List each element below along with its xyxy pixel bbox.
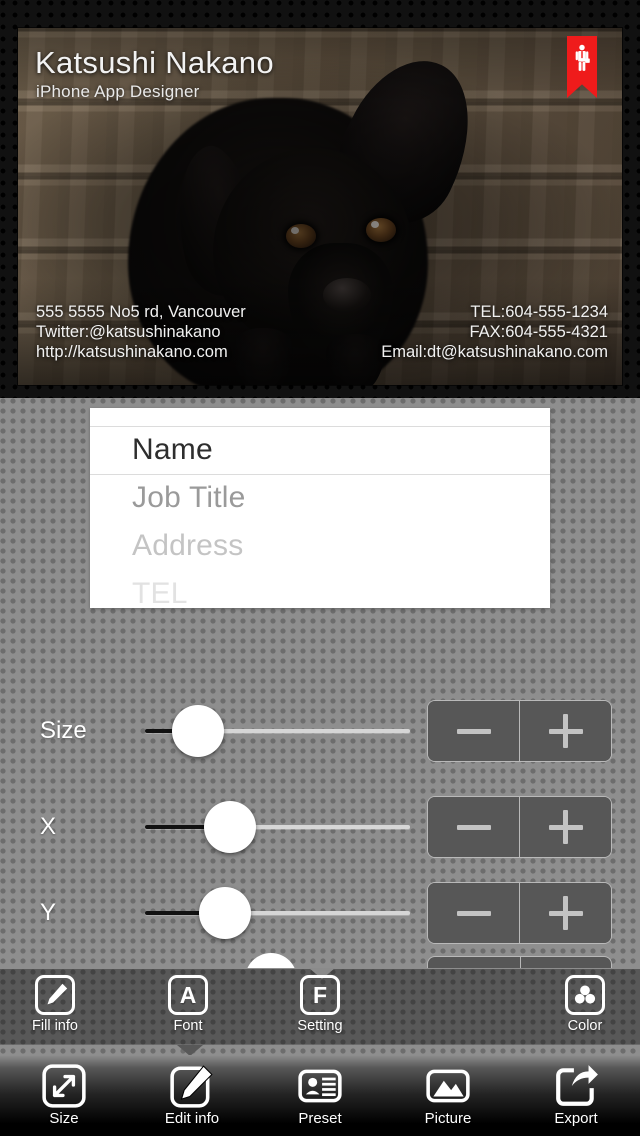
toolbar-button-font[interactable]: A Font bbox=[133, 975, 243, 1034]
pencil-square-icon bbox=[170, 1065, 213, 1108]
tab-label-size: Size bbox=[49, 1110, 79, 1127]
tab-label-picture: Picture bbox=[424, 1110, 472, 1127]
card-contact-left: 555 5555 No5 rd, Vancouver Twitter:@kats… bbox=[36, 302, 246, 362]
toolbar-button-fill-info[interactable]: Fill info bbox=[0, 975, 110, 1034]
stepper-y bbox=[427, 882, 612, 944]
tab-label-edit-info: Edit info bbox=[164, 1110, 220, 1127]
slider-row-y: Y bbox=[0, 868, 640, 958]
image-mountain-icon bbox=[426, 1069, 470, 1103]
toolbar-label-font: Font bbox=[173, 1018, 203, 1034]
slider-label-x: X bbox=[40, 813, 57, 840]
toolbar-label-setting: Setting bbox=[297, 1018, 343, 1034]
slider-label-size: Size bbox=[40, 717, 87, 744]
picker-item-job-title[interactable]: Job Title bbox=[90, 474, 550, 522]
letter-a-square-icon: A bbox=[168, 975, 208, 1015]
toolbar-label-fill-info: Fill info bbox=[32, 1018, 78, 1034]
slider-thumb-x[interactable] bbox=[203, 801, 256, 853]
toolbar-button-color[interactable]: Color bbox=[530, 975, 640, 1034]
tab-preset[interactable]: Preset bbox=[256, 1055, 384, 1127]
picker-item-name[interactable]: Name bbox=[90, 426, 550, 474]
stepper-x bbox=[427, 796, 612, 858]
card-tel: TEL:604-555-1234 bbox=[470, 303, 608, 321]
card-website: http://katsushinakano.com bbox=[36, 343, 228, 361]
tab-edit-info[interactable]: Edit info bbox=[128, 1055, 256, 1127]
picker-item-address[interactable]: Address bbox=[90, 522, 550, 570]
card-name: Katsushi Nakano bbox=[35, 45, 274, 80]
toolbar-label-color: Color bbox=[567, 1018, 603, 1034]
slider-thumb-y[interactable] bbox=[198, 887, 251, 939]
stepper-size bbox=[427, 700, 612, 762]
slider-label-y: Y bbox=[40, 899, 57, 926]
tab-label-preset: Preset bbox=[298, 1110, 342, 1127]
stepper-minus-size[interactable] bbox=[428, 701, 520, 761]
card-contact-right: TEL:604-555-1234 FAX:604-555-4321 Email:… bbox=[381, 302, 608, 362]
field-picker[interactable]: Name Job Title Address TEL bbox=[90, 408, 550, 608]
picker-rows: Name Job Title Address TEL bbox=[90, 426, 550, 608]
context-toolbar: Fill info A Font F Setting Color bbox=[0, 968, 640, 1056]
slider-controls: Size X Y bbox=[0, 608, 640, 1005]
tab-picture[interactable]: Picture bbox=[384, 1055, 512, 1127]
tab-export[interactable]: Export bbox=[512, 1055, 640, 1127]
slider-track-x[interactable] bbox=[145, 801, 410, 853]
stepper-plus-size[interactable] bbox=[520, 701, 611, 761]
stepper-minus-x[interactable] bbox=[428, 797, 520, 857]
picker-item-tel[interactable]: TEL bbox=[90, 570, 550, 608]
card-preview-region[interactable]: Katsushi Nakano iPhone App Designer 555 … bbox=[0, 0, 640, 398]
business-card[interactable]: Katsushi Nakano iPhone App Designer 555 … bbox=[18, 28, 622, 385]
tab-size[interactable]: Size bbox=[0, 1055, 128, 1127]
card-job-title: iPhone App Designer bbox=[36, 82, 200, 101]
toolbar-glyph-setting: F bbox=[312, 981, 328, 1008]
main-tab-bar: Size Edit info Preset Picture Export bbox=[0, 1055, 640, 1136]
card-email: Email:dt@katsushinakano.com bbox=[381, 343, 608, 361]
card-address: 555 5555 No5 rd, Vancouver bbox=[36, 303, 246, 321]
slider-thumb-size[interactable] bbox=[172, 705, 224, 757]
card-fax: FAX:604-555-4321 bbox=[469, 323, 608, 341]
share-export-icon bbox=[556, 1065, 598, 1106]
slider-row-x: X bbox=[0, 782, 640, 872]
toolbar-button-setting[interactable]: F Setting bbox=[265, 975, 375, 1034]
slider-track-size[interactable] bbox=[145, 705, 410, 757]
color-circles-icon bbox=[565, 975, 605, 1015]
card-twitter: Twitter:@katsushinakano bbox=[36, 323, 221, 341]
letter-f-square-icon: F bbox=[300, 975, 340, 1015]
stepper-plus-x[interactable] bbox=[520, 797, 611, 857]
slider-track-y[interactable] bbox=[145, 887, 410, 939]
tab-label-export: Export bbox=[554, 1110, 598, 1127]
contact-card-icon bbox=[298, 1069, 342, 1103]
toolbar-glyph-font: A bbox=[179, 981, 197, 1008]
resize-diagonal-icon bbox=[42, 1064, 86, 1108]
stepper-minus-y[interactable] bbox=[428, 883, 520, 943]
pencil-square-icon bbox=[35, 975, 75, 1015]
stepper-plus-y[interactable] bbox=[520, 883, 611, 943]
slider-row-size: Size bbox=[0, 686, 640, 776]
